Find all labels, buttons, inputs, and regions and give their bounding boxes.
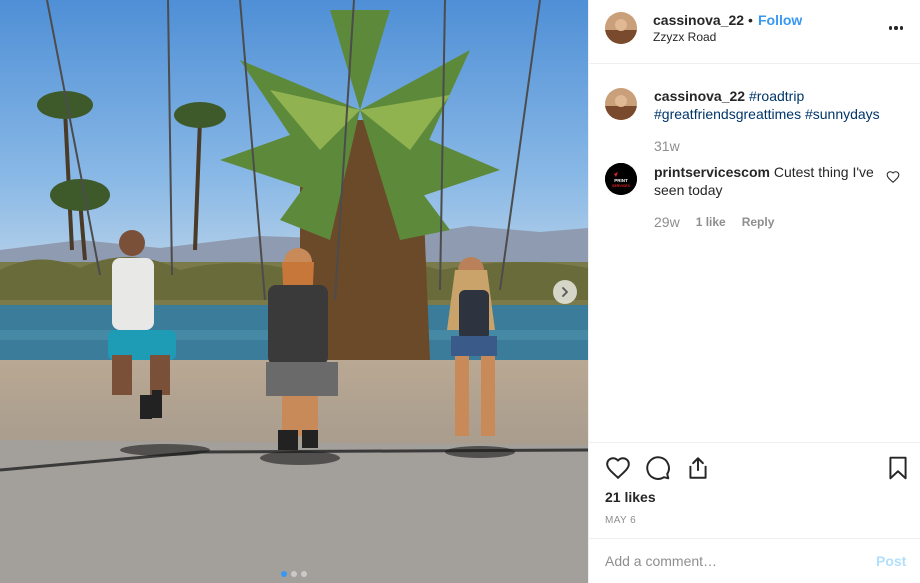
comment-likes[interactable]: 1 like — [696, 215, 726, 229]
hashtag-link[interactable]: #roadtrip — [749, 88, 804, 104]
post-date[interactable]: MAY 6 — [605, 515, 636, 526]
post-photo[interactable] — [0, 0, 588, 583]
caption-username[interactable]: cassinova_22 — [654, 88, 745, 104]
svg-text:PRINT: PRINT — [614, 178, 628, 183]
comments-section: cassinova_22 #roadtrip #greatfriendsgrea… — [589, 64, 920, 442]
comment-input[interactable] — [605, 551, 865, 571]
add-comment-bar: Post — [589, 538, 920, 583]
instagram-post: cassinova_22 • Follow Zzyzx Road cassino… — [0, 0, 920, 583]
hashtag-link[interactable]: #sunnydays — [805, 106, 880, 122]
caption-avatar[interactable] — [605, 88, 637, 120]
more-options-icon[interactable] — [887, 19, 905, 37]
avatar-image — [605, 88, 637, 120]
comment-icon[interactable] — [645, 455, 671, 481]
avatar-logo: PRINT SERVICES — [605, 163, 637, 195]
heart-icon[interactable] — [605, 455, 631, 481]
post-actions: 21 likes MAY 6 — [589, 442, 920, 538]
likes-count[interactable]: 21 likes — [605, 489, 656, 505]
comment-text: printservicescom Cutest thing I've seen … — [654, 163, 884, 199]
post-side-panel: cassinova_22 • Follow Zzyzx Road cassino… — [588, 0, 920, 583]
carousel-dot-2 — [291, 571, 297, 577]
commenter-avatar[interactable]: PRINT SERVICES — [605, 163, 637, 195]
hashtag-link[interactable]: #greatfriendsgreattimes — [654, 106, 801, 122]
carousel-indicator — [0, 571, 588, 577]
carousel-dot-3 — [301, 571, 307, 577]
header-separator: • — [748, 12, 753, 28]
post-location[interactable]: Zzyzx Road — [653, 30, 716, 44]
photo-scene — [0, 0, 588, 583]
bookmark-icon[interactable] — [885, 455, 911, 481]
chevron-right-icon — [562, 287, 568, 297]
svg-text:SERVICES: SERVICES — [612, 184, 630, 188]
comment-like-heart-icon[interactable] — [886, 170, 900, 184]
commenter-username[interactable]: printservicescom — [654, 164, 770, 180]
author-avatar[interactable] — [605, 12, 637, 44]
reply-button[interactable]: Reply — [742, 215, 775, 229]
post-header: cassinova_22 • Follow Zzyzx Road — [589, 0, 920, 64]
carousel-next-button[interactable] — [553, 280, 577, 304]
caption-text: cassinova_22 #roadtrip #greatfriendsgrea… — [654, 87, 904, 123]
avatar-image — [605, 12, 637, 44]
author-username[interactable]: cassinova_22 — [653, 12, 744, 28]
comment-timestamp[interactable]: 29w — [654, 214, 680, 230]
carousel-dot-1 — [281, 571, 287, 577]
comment-meta: 29w 1 like Reply — [654, 214, 774, 230]
follow-button[interactable]: Follow — [758, 12, 802, 28]
share-icon[interactable] — [685, 455, 711, 481]
caption-timestamp[interactable]: 31w — [654, 138, 680, 154]
post-comment-button[interactable]: Post — [876, 553, 906, 569]
